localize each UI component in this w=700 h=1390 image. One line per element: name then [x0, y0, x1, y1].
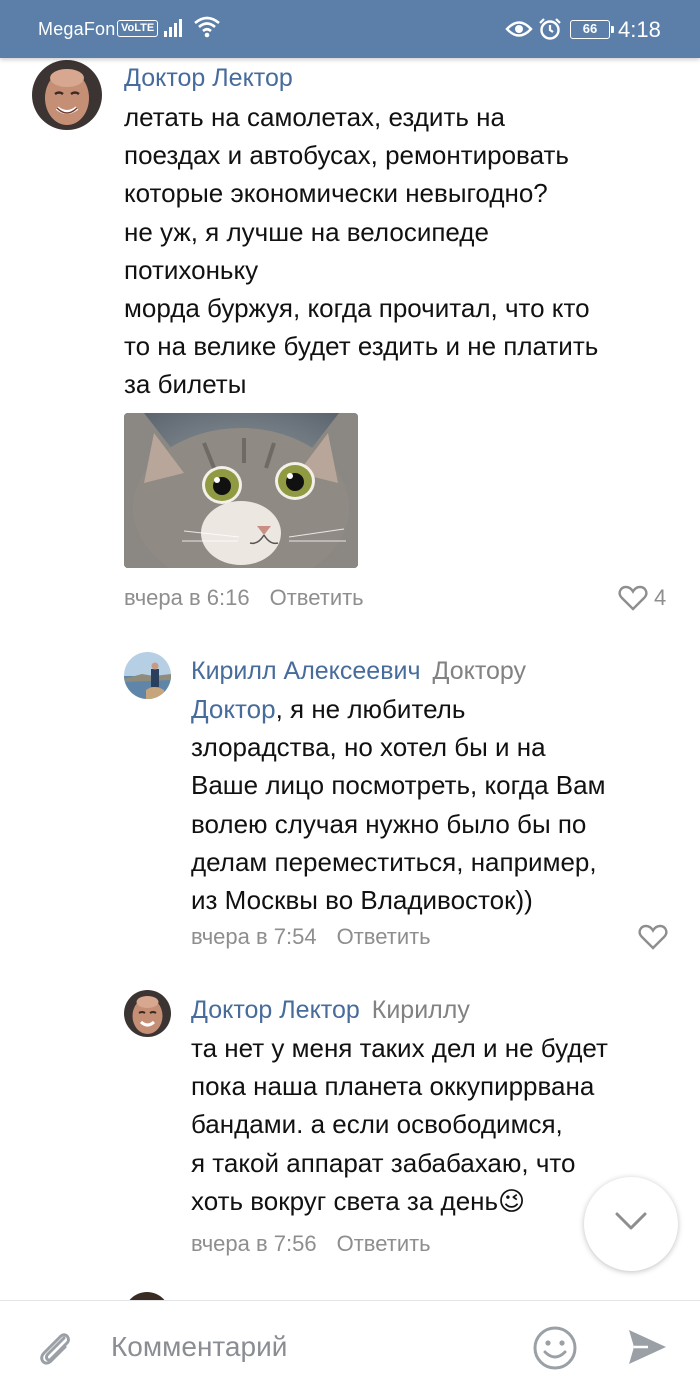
comment-time: вчера в 7:56: [191, 1231, 317, 1256]
reply-button[interactable]: Ответить: [337, 924, 431, 949]
reply-to-label[interactable]: Доктору: [432, 657, 526, 685]
status-bar: MegaFon VoLTE 66 4:18: [0, 0, 700, 58]
comment-text: летать на самолетах, ездить на поездах и…: [124, 102, 599, 400]
comment-time: вчера в 6:16: [124, 585, 250, 610]
author-link[interactable]: Кирилл Алексеевич: [191, 657, 420, 685]
comment-meta: вчера в 7:56 Ответить: [191, 1231, 431, 1257]
comment-input[interactable]: Комментарий: [111, 1331, 287, 1363]
scroll-down-button[interactable]: [584, 1177, 678, 1271]
avatar[interactable]: [124, 990, 171, 1037]
reply-button[interactable]: Ответить: [270, 585, 364, 610]
smile-icon[interactable]: [532, 1325, 578, 1376]
avatar[interactable]: [124, 652, 171, 699]
send-icon[interactable]: [626, 1327, 668, 1372]
battery-level: 66: [570, 20, 614, 39]
wifi-icon: [193, 15, 221, 44]
comment-meta: вчера в 7:54 Ответить: [191, 924, 431, 950]
comment-author[interactable]: Доктор Лектор: [124, 64, 293, 93]
comment-composer: Комментарий: [0, 1300, 700, 1390]
heart-icon[interactable]: [618, 585, 648, 616]
carrier-name: MegaFon: [38, 19, 116, 39]
comment-author: Доктор Лектор Кириллу: [191, 996, 470, 1025]
avatar[interactable]: [32, 60, 102, 130]
reply-button[interactable]: Ответить: [337, 1231, 431, 1256]
mention-link[interactable]: Доктор: [191, 694, 276, 724]
comment-text: та нет у меня таких дел и не будет пока …: [191, 1033, 608, 1216]
chevron-down-icon: [615, 1212, 647, 1230]
comment-body: , я не любитель злорадства, но хотел бы …: [191, 694, 606, 916]
comment-author: Кирилл Алексеевич Доктору: [191, 657, 526, 686]
reply-to-label[interactable]: Кириллу: [372, 996, 470, 1024]
author-link[interactable]: Доктор Лектор: [191, 996, 360, 1024]
heart-icon[interactable]: [638, 924, 668, 955]
signal-icon: [163, 16, 187, 43]
alarm-icon: [538, 17, 562, 46]
paperclip-icon[interactable]: [34, 1326, 78, 1375]
comment-text: Доктор, я не любитель злорадства, но хот…: [191, 690, 605, 919]
comment-meta: вчера в 6:16 Ответить: [124, 585, 364, 611]
comment-time: вчера в 7:54: [191, 924, 317, 949]
volte-badge: VoLTE: [117, 20, 159, 37]
likes-count: 4: [654, 585, 667, 610]
attached-photo[interactable]: [124, 413, 358, 568]
eye-icon: [505, 19, 533, 44]
clock: 4:18: [618, 17, 661, 42]
